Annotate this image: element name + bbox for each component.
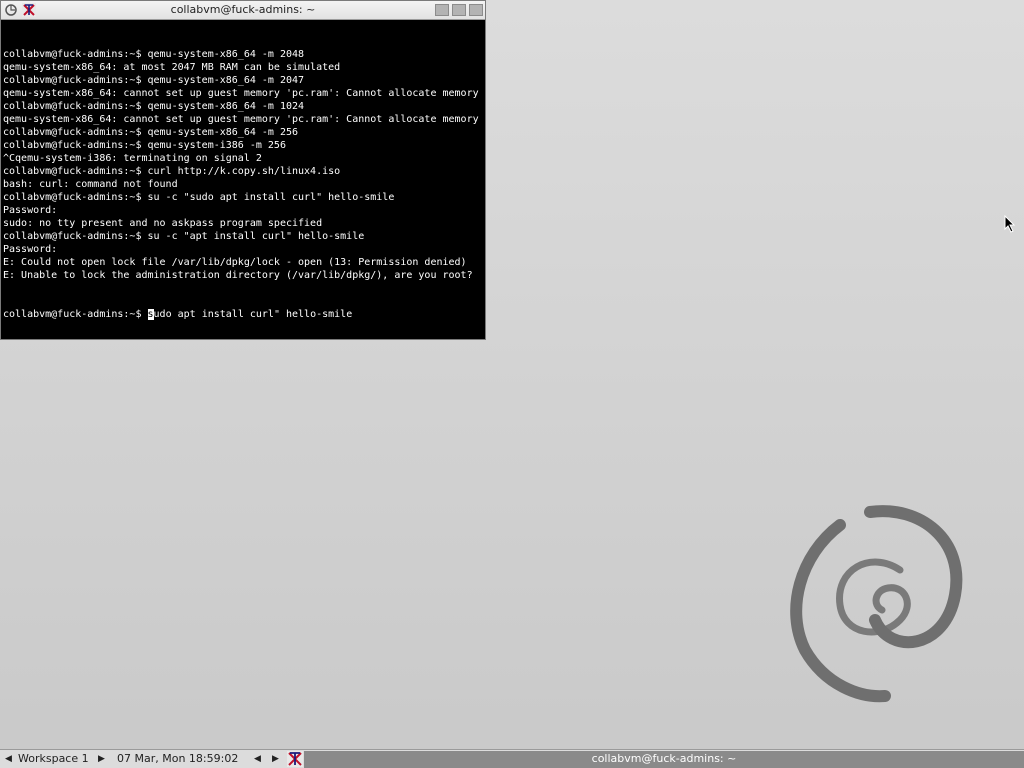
terminal-line: qemu-system-x86_64: cannot set up guest …: [3, 88, 479, 99]
terminal-line: Password:: [3, 244, 58, 255]
terminal-output[interactable]: collabvm@fuck-admins:~$ qemu-system-x86_…: [3, 22, 483, 335]
terminal-line: collabvm@fuck-admins:~$ qemu-system-x86_…: [3, 101, 305, 112]
terminal-input-line[interactable]: collabvm@fuck-admins:~$ sudo apt install…: [3, 308, 483, 321]
window-titlebar[interactable]: collabvm@fuck-admins: ~: [1, 1, 485, 20]
workspace-next-arrow-icon[interactable]: ▶: [98, 754, 105, 764]
terminal-history: collabvm@fuck-admins:~$ qemu-system-x86_…: [3, 48, 483, 282]
terminal-line: collabvm@fuck-admins:~$ qemu-system-x86_…: [3, 75, 305, 86]
terminal-line: collabvm@fuck-admins:~$ qemu-system-x86_…: [3, 127, 299, 138]
maximize-button[interactable]: [452, 4, 466, 16]
terminal-input-text: udo apt install curl" hello-smile: [153, 309, 353, 320]
task-next-arrow-icon[interactable]: ▶: [272, 754, 279, 764]
mouse-pointer-icon: [1004, 215, 1016, 233]
terminal-line: bash: curl: command not found: [3, 179, 178, 190]
close-button[interactable]: [469, 4, 483, 16]
terminal-line: Password:: [3, 205, 58, 216]
terminal-prompt: collabvm@fuck-admins:~$: [3, 309, 148, 320]
taskbar-item-terminal[interactable]: collabvm@fuck-admins: ~: [304, 751, 1024, 768]
terminal-line: qemu-system-x86_64: cannot set up guest …: [3, 114, 479, 125]
terminal-line: sudo: no tty present and no askpass prog…: [3, 218, 323, 229]
terminal-line: collabvm@fuck-admins:~$ qemu-system-x86_…: [3, 49, 305, 60]
debian-swirl-logo: [790, 505, 963, 703]
terminal-line: E: Unable to lock the administration dir…: [3, 270, 473, 281]
terminal-window[interactable]: collabvm@fuck-admins: ~ collabvm@fuck-ad…: [0, 0, 486, 340]
terminal-line: ^Cqemu-system-i386: terminating on signa…: [3, 153, 262, 164]
minimize-button[interactable]: [435, 4, 449, 16]
terminal-line: qemu-system-x86_64: at most 2047 MB RAM …: [3, 62, 341, 73]
task-prev-arrow-icon[interactable]: ◀: [254, 754, 261, 764]
window-title: collabvm@fuck-admins: ~: [170, 3, 316, 16]
terminal-line: collabvm@fuck-admins:~$ curl http://k.co…: [3, 166, 341, 177]
clock: 07 Mar, Mon 18:59:02: [117, 752, 239, 765]
terminal-line: collabvm@fuck-admins:~$ qemu-system-i386…: [3, 140, 286, 151]
terminal-line: collabvm@fuck-admins:~$ su -c "sudo apt …: [3, 192, 395, 203]
taskbar: ◀ Workspace 1 ▶ 07 Mar, Mon 18:59:02 ◀ ▶…: [0, 749, 1024, 768]
workspace-prev-arrow-icon[interactable]: ◀: [5, 754, 12, 764]
workspace-label[interactable]: Workspace 1: [18, 752, 89, 765]
terminal-line: E: Could not open lock file /var/lib/dpk…: [3, 257, 467, 268]
terminal-line: collabvm@fuck-admins:~$ su -c "apt insta…: [3, 231, 365, 242]
xterm-task-icon[interactable]: [287, 751, 303, 767]
